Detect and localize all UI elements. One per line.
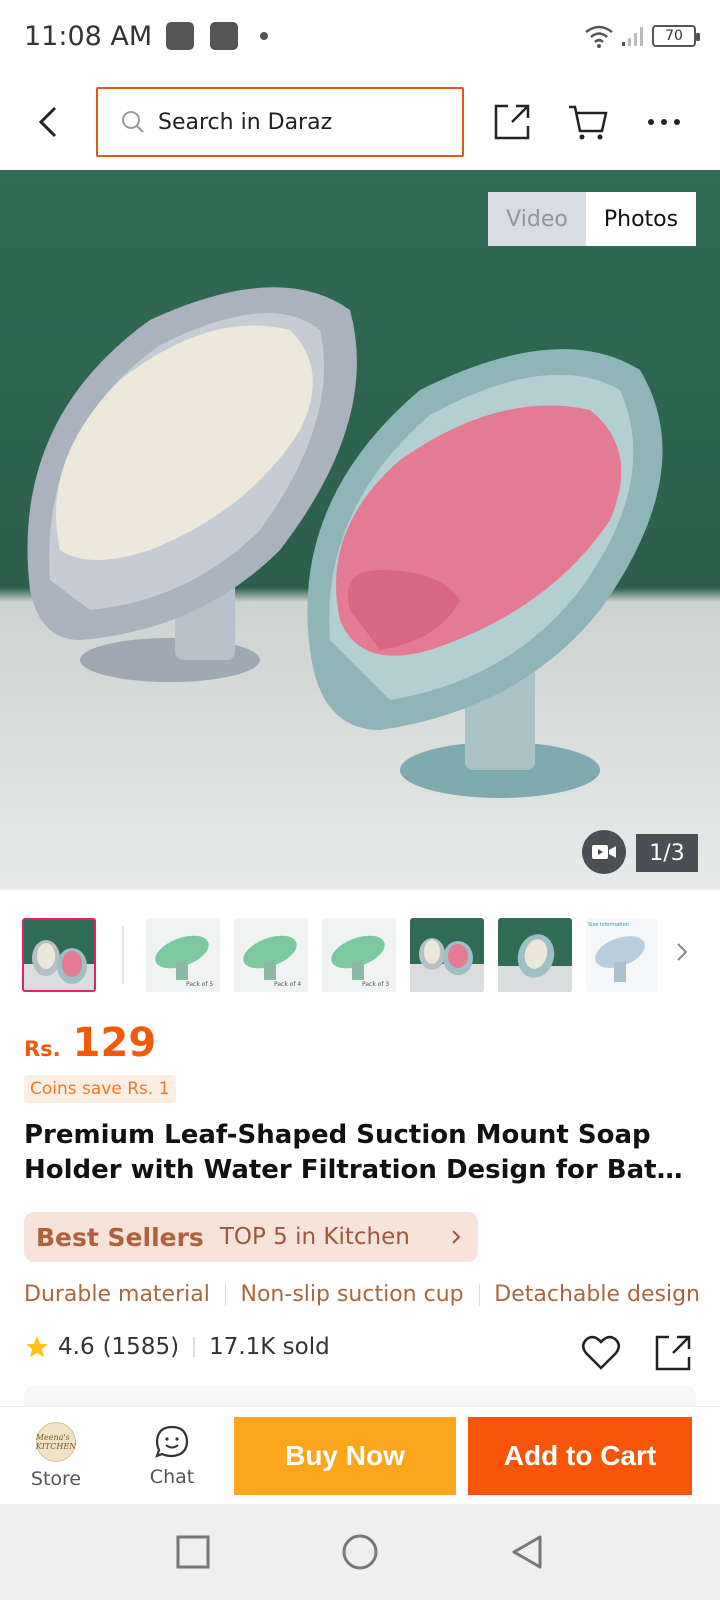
media-tabs: Video Photos	[488, 192, 696, 246]
product-title-line: Premium Leaf-Shaped Suction Mount Soap	[24, 1120, 651, 1150]
price-currency: Rs.	[24, 1037, 61, 1061]
thumbnail-caption: Pack of 5	[186, 981, 213, 988]
chevron-left-icon	[38, 106, 57, 138]
image-counter: 1/3	[636, 834, 698, 872]
triangle-back-icon	[512, 1535, 542, 1569]
thumbnail-image: Pack of 4	[243, 935, 301, 988]
search-input[interactable]: Search in Daraz	[96, 87, 464, 157]
product-title-line: Holder with Water Filtration Design for …	[24, 1155, 700, 1185]
thumbnail-image: Pack of 3	[331, 935, 389, 988]
chat-button[interactable]: Chat	[136, 1415, 208, 1497]
cart-icon	[569, 105, 608, 140]
product-title: Premium Leaf-Shaped Suction Mount Soap H…	[24, 1118, 700, 1188]
thumbnail-image: Pack of 5	[155, 935, 213, 988]
feature-divider	[478, 1283, 480, 1306]
circle-icon	[342, 1534, 378, 1570]
thumbnail-divider	[122, 926, 124, 984]
add-to-cart-button[interactable]: Add to Cart	[468, 1417, 692, 1495]
feature-tag: Detachable design	[494, 1282, 700, 1307]
wifi-icon	[585, 25, 613, 48]
chat-icon	[155, 1425, 189, 1458]
recents-button[interactable]	[163, 1522, 223, 1582]
best-sellers-rank: TOP 5 in Kitchen	[219, 1224, 410, 1250]
share-icon	[494, 104, 530, 140]
thumbnail-image: Size Information	[588, 922, 645, 982]
thumbnail[interactable]	[498, 918, 572, 992]
signal-icon	[622, 27, 643, 46]
status-bar: 11:08 AM 70	[0, 0, 720, 72]
review-count: (1585)	[102, 1334, 180, 1360]
store-logo-text: Meena's KITCHEN	[35, 1433, 77, 1451]
best-sellers-banner[interactable]: Best Sellers TOP 5 in Kitchen	[24, 1212, 478, 1262]
feature-tags: Durable material Non-slip suction cup De…	[24, 1282, 700, 1307]
back-button[interactable]	[0, 80, 96, 164]
thumbnail[interactable]: Pack of 4	[234, 918, 308, 992]
status-icons: 70	[584, 24, 700, 48]
next-section-peek	[24, 1386, 696, 1406]
thumbnail[interactable]	[22, 918, 96, 992]
star-icon	[26, 1336, 48, 1358]
tab-video[interactable]: Video	[488, 192, 586, 246]
notification-icon	[210, 22, 239, 50]
soap-holders-illustration	[27, 287, 663, 798]
feature-tag: Durable material	[24, 1282, 210, 1307]
chat-label: Chat	[149, 1466, 195, 1488]
share-product-button[interactable]	[650, 1330, 696, 1376]
system-nav-bar	[0, 1504, 720, 1600]
share-button[interactable]	[474, 80, 550, 164]
thumbnail-next-button[interactable]	[670, 940, 694, 964]
product-image[interactable]: Video Photos 1/3	[0, 170, 720, 890]
rating-divider	[193, 1337, 196, 1357]
home-button[interactable]	[330, 1522, 390, 1582]
thumbnail-strip: Pack of 5 Pack of 4 Pack of 3 Size Infor…	[0, 912, 720, 992]
more-options-button[interactable]	[626, 80, 702, 164]
square-icon	[176, 1535, 210, 1569]
store-button[interactable]: Meena's KITCHEN Store	[20, 1415, 92, 1497]
thumbnail-caption: Pack of 3	[362, 981, 389, 988]
search-icon	[122, 111, 144, 133]
status-time: 11:08 AM	[24, 20, 153, 52]
system-back-button[interactable]	[497, 1522, 557, 1582]
header: Search in Daraz	[0, 80, 720, 164]
buy-now-button[interactable]: Buy Now	[234, 1417, 456, 1495]
chevron-right-icon	[452, 1230, 461, 1244]
video-camera-icon	[592, 845, 616, 859]
more-icon	[648, 119, 680, 125]
thumbnail[interactable]	[410, 918, 484, 992]
feature-tag: Non-slip suction cup	[240, 1282, 464, 1307]
thumbnail-caption: Pack of 4	[274, 981, 301, 988]
thumbnail-caption: Size Information	[588, 922, 629, 928]
store-logo: Meena's KITCHEN	[36, 1422, 76, 1462]
thumbnail[interactable]: Pack of 5	[146, 918, 220, 992]
rating-row[interactable]: 4.6 (1585) 17.1K sold	[24, 1334, 330, 1360]
tab-photos[interactable]: Photos	[586, 192, 696, 246]
wishlist-button[interactable]	[578, 1330, 624, 1376]
action-bar: Meena's KITCHEN Store Chat Buy Now Add t…	[0, 1406, 720, 1504]
notification-icon	[166, 22, 195, 50]
video-camera-button[interactable]	[582, 830, 626, 874]
heart-icon	[582, 1335, 620, 1370]
price-row: Rs. 129	[24, 1020, 156, 1066]
thumbnail-image	[410, 938, 484, 992]
feature-divider	[224, 1283, 226, 1306]
best-sellers-badge: Best Sellers	[36, 1222, 204, 1252]
thumbnail[interactable]: Pack of 3	[322, 918, 396, 992]
thumbnail[interactable]: Size Information	[586, 918, 658, 992]
rating-value: 4.6	[58, 1334, 95, 1360]
chevron-right-icon	[677, 943, 688, 961]
sold-count: 17.1K sold	[209, 1334, 330, 1360]
price-value: 129	[72, 1020, 157, 1066]
thumbnail-image	[24, 940, 94, 990]
cart-button[interactable]	[550, 80, 626, 164]
search-placeholder: Search in Daraz	[158, 109, 333, 135]
coins-save-badge: Coins save Rs. 1	[24, 1075, 176, 1103]
battery-icon: 70	[652, 25, 700, 47]
thumbnail-image	[498, 934, 572, 992]
more-notifications-icon	[260, 32, 269, 40]
share-icon	[655, 1335, 691, 1371]
store-label: Store	[30, 1468, 82, 1490]
